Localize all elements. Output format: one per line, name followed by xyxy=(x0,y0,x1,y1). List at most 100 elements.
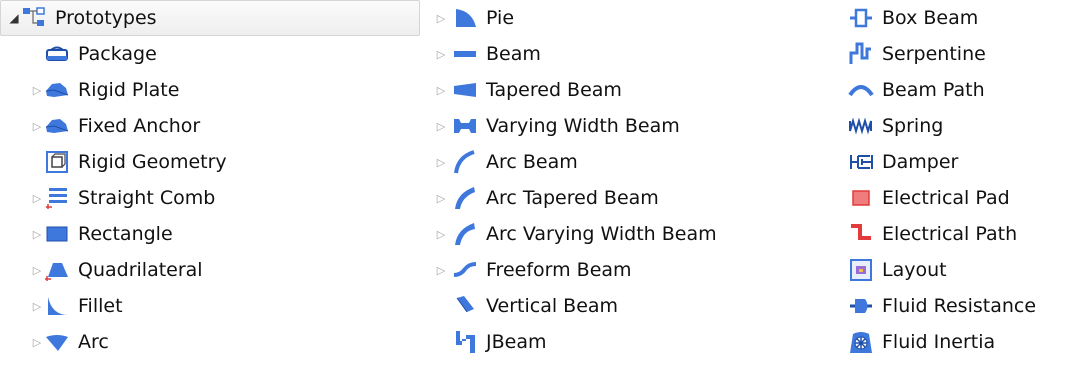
tree-item-arc-beam[interactable]: ▷ Arc Beam xyxy=(430,144,830,180)
tree-item-electrical-path[interactable]: Electrical Path xyxy=(840,216,1073,252)
tree-column-1: ◢ Prototypes Package ▷ Rigid Plate ▷ Fixed Anc… xyxy=(0,0,420,360)
tree-item-label: Arc Tapered Beam xyxy=(486,187,659,209)
tree-item-label: Serpentine xyxy=(882,43,986,65)
tree-item-label: Fixed Anchor xyxy=(78,115,201,137)
expand-triangle-icon[interactable]: ▷ xyxy=(434,83,448,97)
tree-item-electrical-pad[interactable]: Electrical Pad xyxy=(840,180,1073,216)
tree-item-varying-width-beam[interactable]: ▷ Varying Width Beam xyxy=(430,108,830,144)
rectangle-icon xyxy=(44,221,70,247)
tree-item-package[interactable]: Package xyxy=(0,36,420,72)
layout-icon xyxy=(848,257,874,283)
tree-item-jbeam[interactable]: JBeam xyxy=(430,324,830,360)
serpentine-icon xyxy=(848,41,874,67)
tree-item-label: Spring xyxy=(882,115,944,137)
expand-triangle-icon[interactable]: ▷ xyxy=(30,83,44,97)
tree-item-freeform-beam[interactable]: ▷ Freeform Beam xyxy=(430,252,830,288)
pie-icon xyxy=(452,5,478,31)
electrical-path-icon xyxy=(848,221,874,247)
tree-item-rectangle[interactable]: ▷ Rectangle xyxy=(0,216,420,252)
tree-item-rigid-plate[interactable]: ▷ Rigid Plate xyxy=(0,72,420,108)
tree-item-prototypes[interactable]: ◢ Prototypes xyxy=(0,0,420,36)
tree-item-label: Layout xyxy=(882,259,947,281)
tree-item-label: Beam xyxy=(486,43,541,65)
vertical-beam-icon xyxy=(452,293,478,319)
expand-triangle-icon[interactable]: ▷ xyxy=(434,191,448,205)
tree-item-label: JBeam xyxy=(486,331,547,353)
tree-item-spring[interactable]: Spring xyxy=(840,108,1073,144)
tree-item-rigid-geometry[interactable]: Rigid Geometry xyxy=(0,144,420,180)
expand-triangle-icon[interactable]: ▷ xyxy=(434,155,448,169)
tree-item-label: Arc Beam xyxy=(486,151,578,173)
package-icon xyxy=(44,41,70,67)
beam-path-icon xyxy=(848,77,874,103)
tree-item-fluid-inertia[interactable]: Fluid Inertia xyxy=(840,324,1073,360)
tree-item-box-beam[interactable]: Box Beam xyxy=(840,0,1073,36)
electrical-pad-icon xyxy=(848,185,874,211)
rigid-plate-icon xyxy=(44,77,70,103)
expand-triangle-icon[interactable]: ▷ xyxy=(434,11,448,25)
tree-item-label: Straight Comb xyxy=(78,187,216,209)
prototypes-icon xyxy=(21,5,47,31)
tree-column-3: Box Beam Serpentine Beam Path Spring Damper E… xyxy=(840,0,1073,360)
tree-item-fluid-resistance[interactable]: Fluid Resistance xyxy=(840,288,1073,324)
tree-item-label: Package xyxy=(78,43,157,65)
expanded-triangle-icon[interactable]: ◢ xyxy=(7,11,21,25)
tree-item-label: Rigid Geometry xyxy=(78,151,227,173)
rigid-geometry-icon xyxy=(44,149,70,175)
tree-item-label: Varying Width Beam xyxy=(486,115,680,137)
tree-item-damper[interactable]: Damper xyxy=(840,144,1073,180)
tree-column-2: ▷ Pie ▷ Beam ▷ Tapered Beam ▷ Varying Width Bea… xyxy=(430,0,830,360)
tapered-beam-icon xyxy=(452,77,478,103)
tree-item-arc[interactable]: ▷ Arc xyxy=(0,324,420,360)
tree-item-quadrilateral[interactable]: ▷ Quadrilateral xyxy=(0,252,420,288)
tree-item-arc-varying-width-beam[interactable]: ▷ Arc Varying Width Beam xyxy=(430,216,830,252)
tree-item-label: Arc xyxy=(78,331,109,353)
tree-item-label: Tapered Beam xyxy=(486,79,622,101)
tree-item-label: Freeform Beam xyxy=(486,259,632,281)
expand-triangle-icon[interactable]: ▷ xyxy=(30,299,44,313)
arc-beam-icon xyxy=(452,149,478,175)
straight-comb-icon xyxy=(44,185,70,211)
tree-item-label: Fluid Inertia xyxy=(882,331,996,353)
freeform-beam-icon xyxy=(452,257,478,283)
tree-item-fillet[interactable]: ▷ Fillet xyxy=(0,288,420,324)
tree-item-label: Fluid Resistance xyxy=(882,295,1037,317)
tree-item-vertical-beam[interactable]: Vertical Beam xyxy=(430,288,830,324)
expand-triangle-icon[interactable]: ▷ xyxy=(30,335,44,349)
tree-item-serpentine[interactable]: Serpentine xyxy=(840,36,1073,72)
expand-triangle-icon[interactable]: ▷ xyxy=(434,227,448,241)
arc-icon xyxy=(44,329,70,355)
tree-item-beam-path[interactable]: Beam Path xyxy=(840,72,1073,108)
tree-item-label: Electrical Pad xyxy=(882,187,1010,209)
expand-triangle-icon[interactable]: ▷ xyxy=(434,263,448,277)
varying-width-beam-icon xyxy=(452,113,478,139)
beam-icon xyxy=(452,41,478,67)
tree-item-arc-tapered-beam[interactable]: ▷ Arc Tapered Beam xyxy=(430,180,830,216)
expand-triangle-icon[interactable]: ▷ xyxy=(434,119,448,133)
tree-item-layout[interactable]: Layout xyxy=(840,252,1073,288)
tree-item-label: Rectangle xyxy=(78,223,173,245)
tree-item-pie[interactable]: ▷ Pie xyxy=(430,0,830,36)
tree-item-label: Rigid Plate xyxy=(78,79,180,101)
tree-item-label: Box Beam xyxy=(882,7,979,29)
tree-item-label: Fillet xyxy=(78,295,123,317)
tree-item-beam[interactable]: ▷ Beam xyxy=(430,36,830,72)
expand-triangle-icon[interactable]: ▷ xyxy=(434,47,448,61)
damper-icon xyxy=(848,149,874,175)
expand-triangle-icon[interactable]: ▷ xyxy=(30,119,44,133)
expand-triangle-icon[interactable]: ▷ xyxy=(30,191,44,205)
tree-item-label: Prototypes xyxy=(55,7,157,29)
tree-item-label: Arc Varying Width Beam xyxy=(486,223,717,245)
tree-item-label: Beam Path xyxy=(882,79,985,101)
tree-item-straight-comb[interactable]: ▷ Straight Comb xyxy=(0,180,420,216)
tree-item-fixed-anchor[interactable]: ▷ Fixed Anchor xyxy=(0,108,420,144)
expand-triangle-icon[interactable]: ▷ xyxy=(30,263,44,277)
fluid-inertia-icon xyxy=(848,329,874,355)
tree-item-tapered-beam[interactable]: ▷ Tapered Beam xyxy=(430,72,830,108)
box-beam-icon xyxy=(848,5,874,31)
jbeam-icon xyxy=(452,329,478,355)
spring-icon xyxy=(848,113,874,139)
expand-triangle-icon[interactable]: ▷ xyxy=(30,227,44,241)
fixed-anchor-icon xyxy=(44,113,70,139)
tree-item-label: Pie xyxy=(486,7,515,29)
